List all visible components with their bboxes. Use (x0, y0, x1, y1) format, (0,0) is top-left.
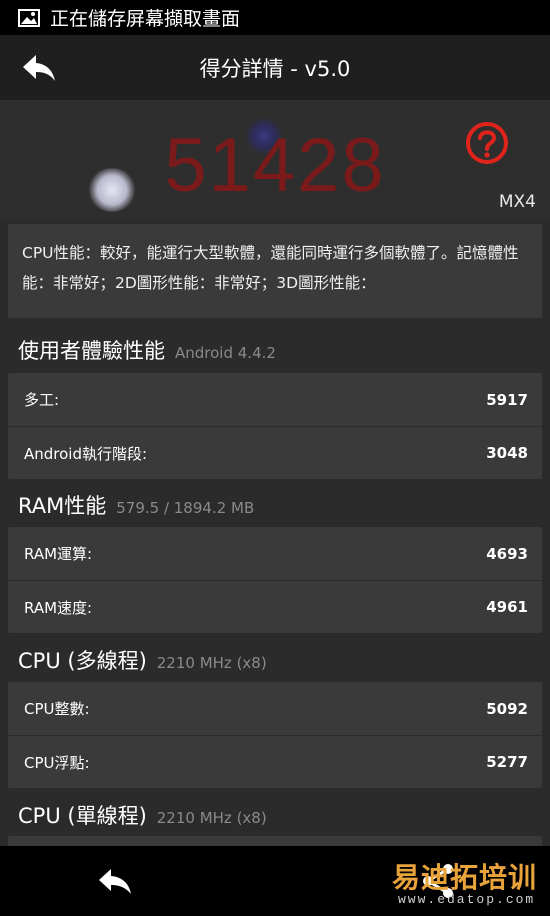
section-header-ux: 使用者體驗性能 Android 4.4.2 (18, 335, 276, 365)
decorative-glow (88, 168, 136, 212)
section-subtitle: 2210 MHz (x8) (156, 809, 267, 827)
section-header-ram: RAM性能 579.5 / 1894.2 MB (18, 490, 254, 520)
section-header-cpu-single: CPU (單線程) 2210 MHz (x8) (18, 800, 267, 830)
performance-summary: CPU性能：較好，能運行大型軟體，還能同時運行多個軟體了。記憶體性能：非常好；2… (8, 224, 542, 318)
row-value: 5092 (486, 699, 528, 718)
row-label: Android執行階段: (24, 444, 148, 463)
section-subtitle: Android 4.4.2 (175, 344, 276, 362)
score-panel: 51428 MX4 (0, 100, 550, 220)
section-header-cpu-multi: CPU (多線程) 2210 MHz (x8) (18, 645, 267, 675)
cpu-multi-card: CPU整數: 5092 CPU浮點: 5277 (8, 682, 542, 788)
list-item[interactable]: Android執行階段: 3048 (8, 426, 542, 479)
row-value: 5277 (486, 753, 528, 771)
ram-card: RAM運算: 4693 RAM速度: 4961 (8, 527, 542, 633)
row-label: 多工: (24, 391, 60, 409)
section-title: 使用者體驗性能 (18, 339, 165, 363)
section-subtitle: 579.5 / 1894.2 MB (116, 499, 255, 517)
list-item[interactable]: 多工: 5917 (8, 373, 542, 426)
nav-bar (0, 846, 550, 916)
row-value: 3048 (486, 444, 528, 462)
app-bar: 得分詳情 - v5.0 (0, 35, 550, 100)
row-label: RAM速度: (24, 598, 93, 617)
list-item[interactable]: RAM速度: 4961 (8, 580, 542, 633)
row-label: CPU整數: (24, 700, 90, 718)
ux-card: 多工: 5917 Android執行階段: 3048 (8, 373, 542, 479)
back-icon[interactable] (97, 866, 135, 896)
row-value: 4961 (486, 598, 528, 616)
back-arrow-icon[interactable] (20, 51, 58, 85)
row-label: RAM運算: (24, 545, 93, 563)
list-item[interactable]: CPU整數: 5092 (8, 682, 542, 735)
question-icon[interactable] (464, 120, 510, 166)
list-item[interactable]: RAM運算: 4693 (8, 527, 542, 580)
row-value: 5917 (486, 390, 528, 409)
device-model: MX4 (498, 192, 536, 212)
section-title: CPU (多線程) (18, 649, 147, 673)
row-label: CPU浮點: (24, 753, 90, 772)
section-title: CPU (單線程) (18, 804, 147, 828)
list-item[interactable]: CPU浮點: 5277 (8, 735, 542, 788)
status-bar: 正在儲存屏幕擷取畫面 (0, 0, 550, 35)
share-icon[interactable] (420, 862, 456, 900)
cpu-single-card (8, 836, 542, 846)
section-subtitle: 2210 MHz (x8) (156, 654, 267, 672)
page-title: 得分詳情 - v5.0 (199, 56, 351, 81)
section-title: RAM性能 (18, 494, 107, 518)
status-text: 正在儲存屏幕擷取畫面 (50, 8, 241, 30)
image-icon (18, 8, 40, 27)
row-value: 4693 (486, 544, 528, 563)
